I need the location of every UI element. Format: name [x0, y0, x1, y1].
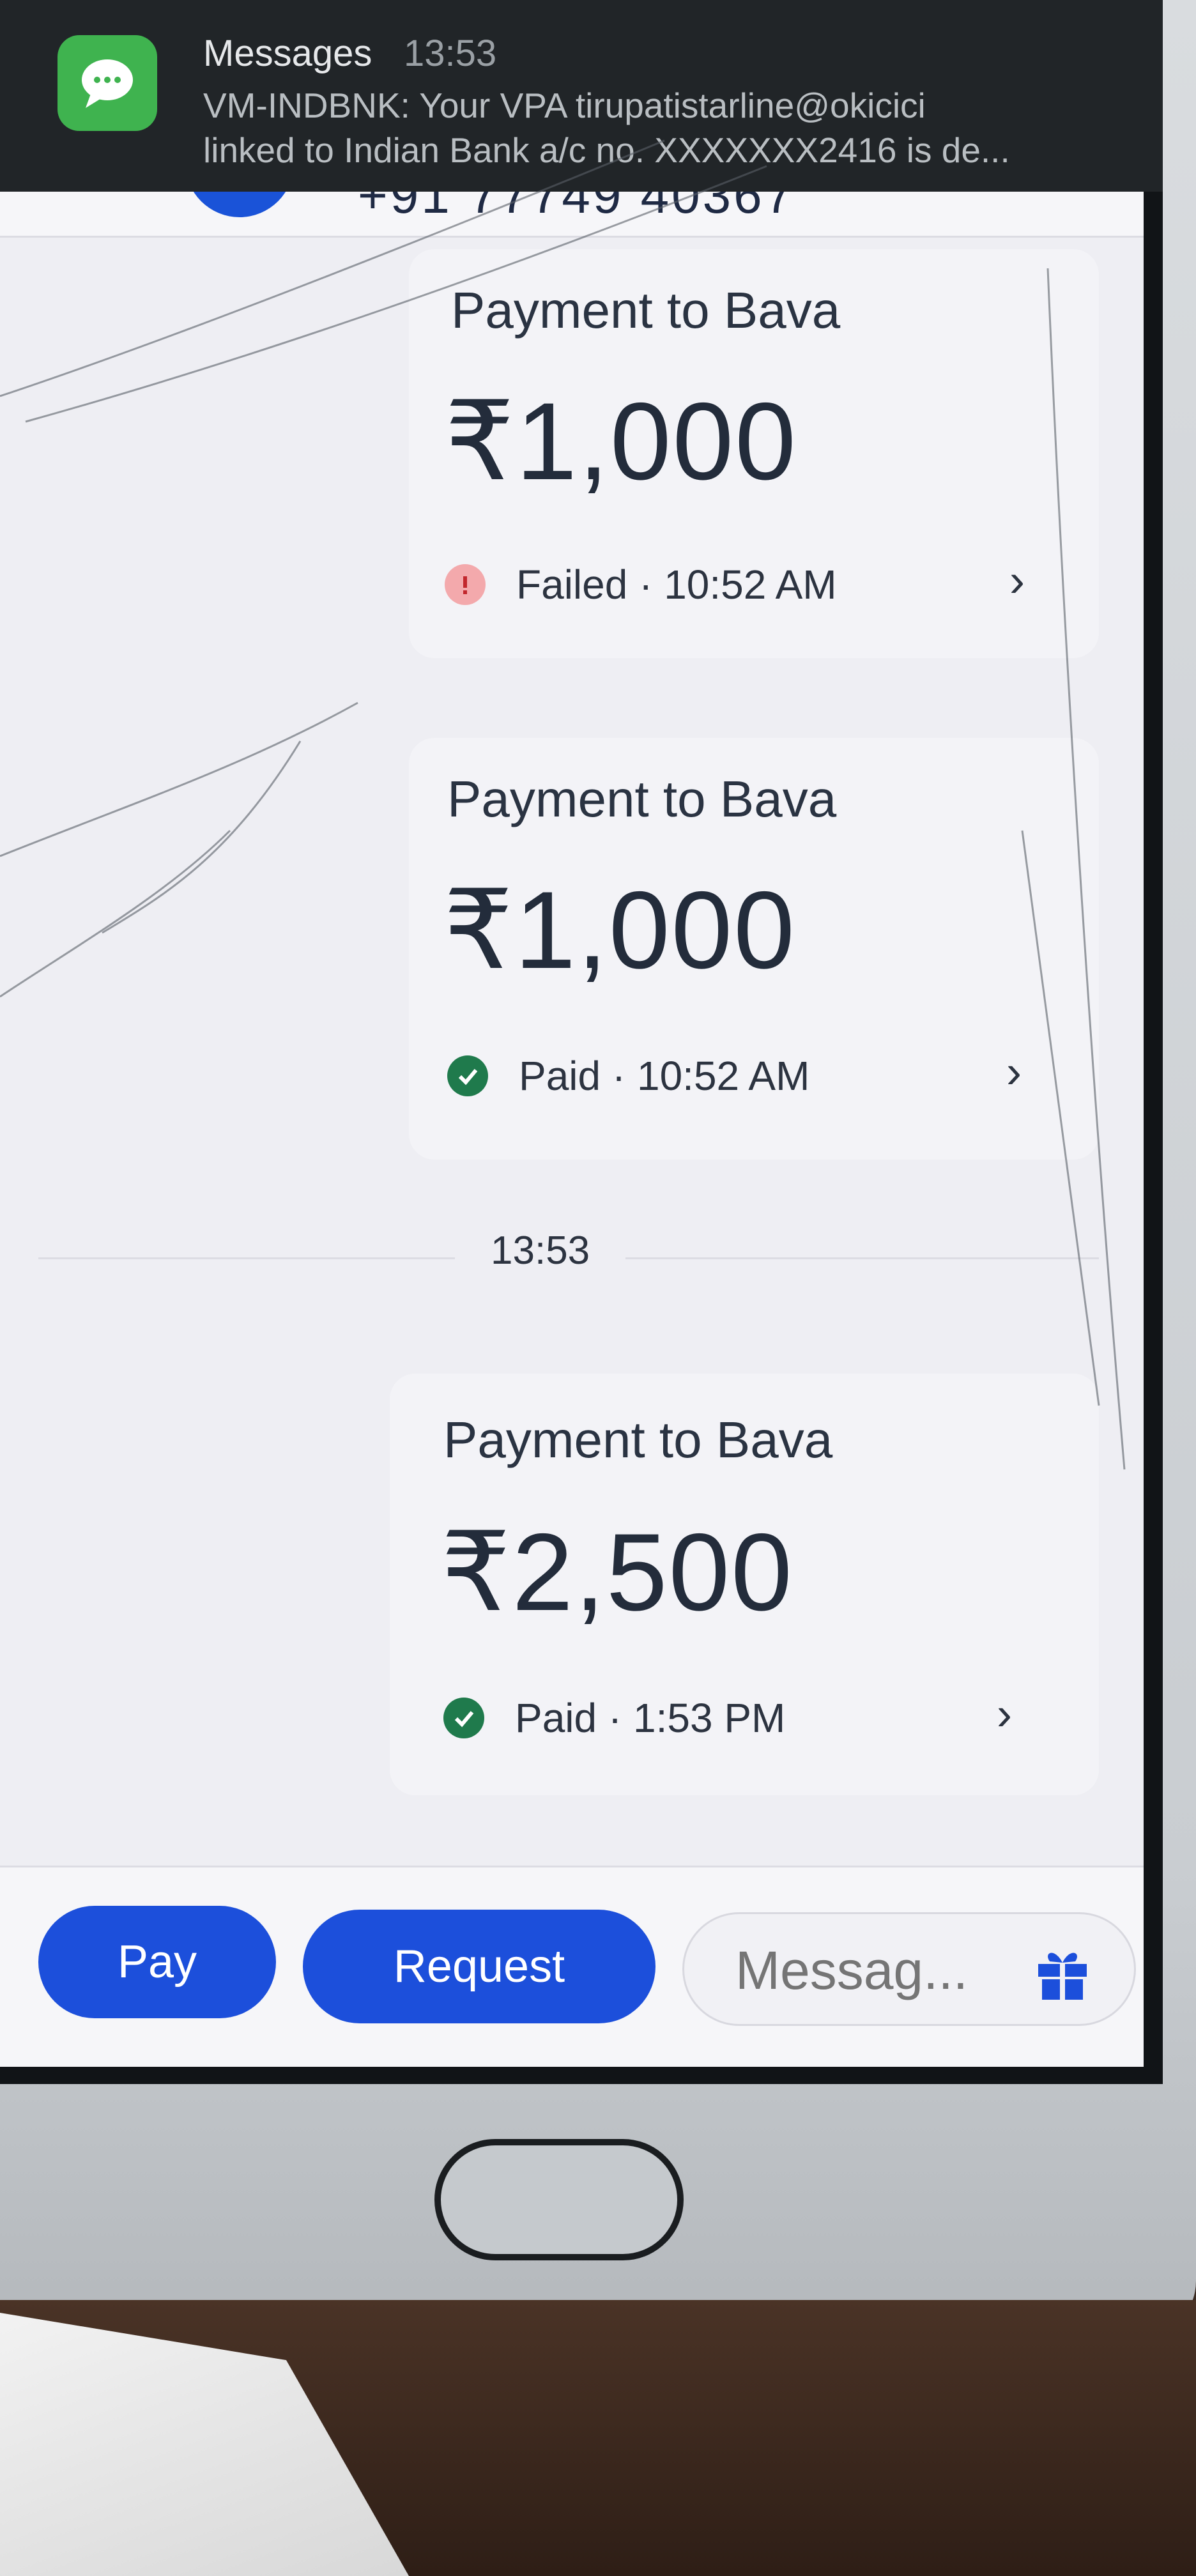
transaction-amount: ₹2,500: [441, 1511, 793, 1634]
notification-banner[interactable]: Messages 13:53 VM-INDBNK: Your VPA tirup…: [0, 0, 1163, 192]
check-circle-icon: [447, 1055, 488, 1096]
gift-icon[interactable]: [1032, 1942, 1093, 2004]
notification-time: 13:53: [404, 33, 497, 74]
transaction-status-text: Paid · 10:52 AM: [519, 1053, 810, 1099]
check-circle-icon: [443, 1698, 484, 1738]
avatar[interactable]: [185, 192, 294, 217]
transaction-status-text: Failed · 10:52 AM: [516, 562, 837, 608]
transaction-title: Payment to Bava: [447, 770, 837, 827]
transaction-status: Paid · 1:53 PM: [443, 1694, 785, 1742]
message-input[interactable]: [735, 1940, 1016, 2002]
chat-bubble-icon: [57, 35, 157, 131]
message-field[interactable]: [682, 1912, 1136, 2026]
transaction-amount: ₹1,000: [443, 869, 796, 992]
transaction-title: Payment to Bava: [451, 282, 841, 339]
transaction-status: Paid · 10:52 AM: [447, 1052, 809, 1100]
chat-bubble-glyph: [82, 59, 133, 108]
notification-message: VM-INDBNK: Your VPA tirupatistarline@oki…: [203, 83, 1110, 172]
transaction-card[interactable]: Payment to Bava ₹1,000 Failed · 10:52 AM…: [409, 249, 1099, 658]
request-button[interactable]: Request: [303, 1910, 656, 2023]
chevron-right-icon[interactable]: ›: [997, 1688, 1012, 1740]
chevron-right-icon[interactable]: ›: [1006, 1046, 1022, 1098]
notification-app-name: Messages: [203, 33, 372, 74]
pay-button[interactable]: Pay: [38, 1906, 276, 2018]
chevron-right-icon[interactable]: ›: [1009, 555, 1025, 607]
home-button[interactable]: [434, 2139, 684, 2260]
contact-phone-number: +91 77749 40367: [358, 192, 796, 224]
transaction-card[interactable]: Payment to Bava ₹2,500 Paid · 1:53 PM ›: [390, 1374, 1099, 1795]
transaction-amount: ₹1,000: [445, 380, 797, 503]
date-divider-label: 13:53: [455, 1228, 626, 1273]
transaction-status: Failed · 10:52 AM: [445, 561, 837, 608]
notification-line-1: VM-INDBNK: Your VPA tirupatistarline@oki…: [203, 86, 926, 125]
action-bar: Pay Request: [0, 1866, 1144, 2067]
transaction-card[interactable]: Payment to Bava ₹1,000 Paid · 10:52 AM ›: [409, 738, 1099, 1160]
error-circle-icon: [445, 564, 486, 605]
chat-header: +91 77749 40367: [0, 192, 1144, 238]
payment-chat-screen: +91 77749 40367 Payment to Bava ₹1,000 F…: [0, 192, 1144, 2067]
notification-line-2: linked to Indian Bank a/c no. XXXXXXX241…: [203, 130, 1010, 170]
transaction-title: Payment to Bava: [443, 1411, 833, 1468]
transaction-status-text: Paid · 1:53 PM: [515, 1695, 786, 1741]
